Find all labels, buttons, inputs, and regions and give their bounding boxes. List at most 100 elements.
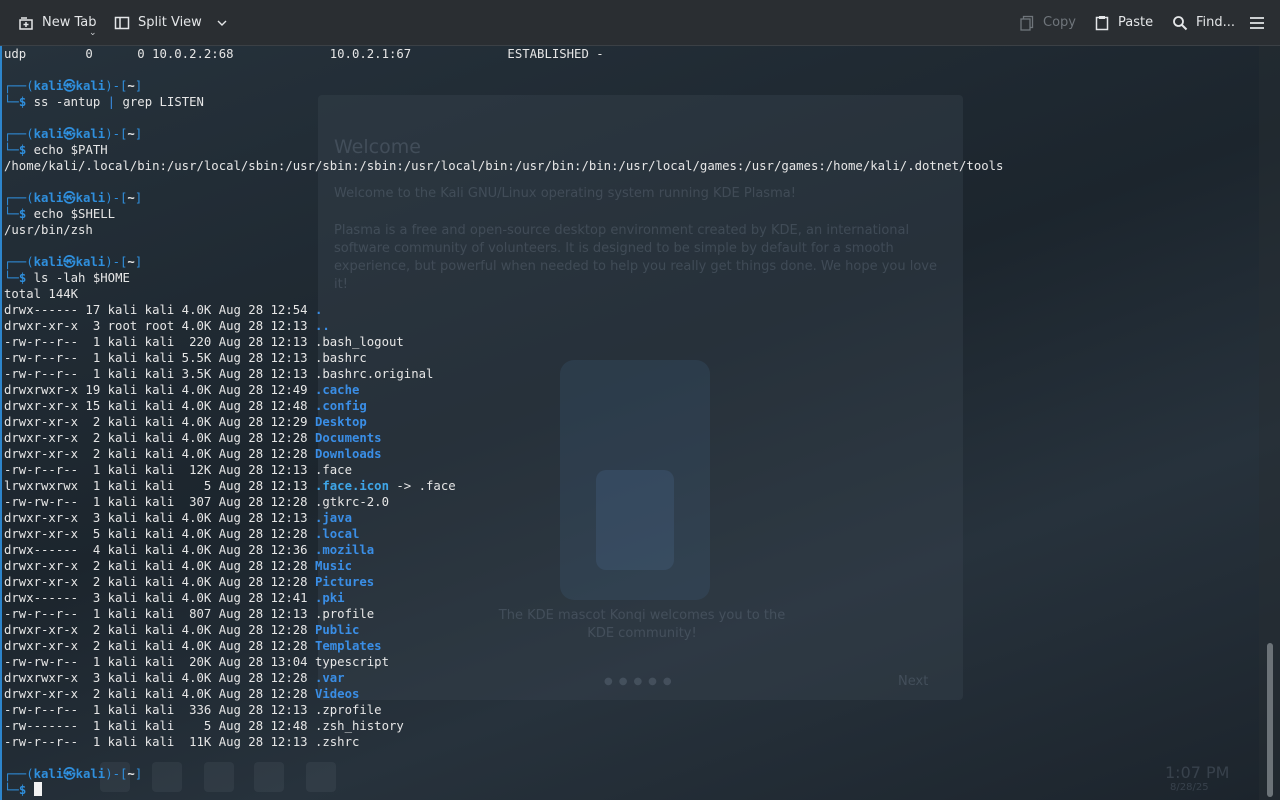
ls-entry: drwx------ 4 kali kali 4.0K Aug 28 12:36…	[4, 542, 1003, 558]
prompt-header: ┌──(kali㉿kali)-[~]	[4, 78, 1003, 94]
prompt-box-left: ┌──(	[4, 255, 34, 269]
ls-entry-meta: drwxr-xr-x 2 kali kali 4.0K Aug 28 12:28	[4, 575, 315, 589]
ls-entry-meta: -rw-r--r-- 1 kali kali 3.5K Aug 28 12:13	[4, 367, 315, 381]
find-button[interactable]: Find...	[1172, 0, 1235, 45]
prompt-command: └─$ echo $PATH	[4, 142, 1003, 158]
ls-entry: drwxr-xr-x 2 kali kali 4.0K Aug 28 12:28…	[4, 686, 1003, 702]
prompt-host: kali	[75, 127, 106, 141]
copy-label: Copy	[1043, 15, 1076, 30]
prompt-header: ┌──(kali㉿kali)-[~]	[4, 190, 1003, 206]
ls-entry-meta: drwxr-xr-x 15 kali kali 4.0K Aug 28 12:4…	[4, 399, 315, 413]
prompt-dir: ~	[127, 191, 135, 205]
find-label: Find...	[1196, 15, 1236, 30]
ls-entry: -rw-r--r-- 1 kali kali 220 Aug 28 12:13 …	[4, 334, 1003, 350]
new-tab-dropdown-indicator[interactable]: ⌄	[89, 28, 97, 38]
ls-entry-meta: -rw-rw-r-- 1 kali kali 20K Aug 28 13:04	[4, 655, 315, 669]
prompt-at: ㉿	[63, 767, 76, 781]
command-args: -antup	[48, 95, 108, 109]
prompt-user: kali	[33, 191, 64, 205]
split-view-button[interactable]: Split View	[114, 0, 228, 45]
prompt-box-bottom: └─	[4, 95, 19, 109]
ls-entry: -rw-rw-r-- 1 kali kali 20K Aug 28 13:04 …	[4, 654, 1003, 670]
konsole-toolbar: New Tab ⌄ Split View Copy Paste Find...	[0, 0, 1280, 46]
ls-entry-meta: drwxr-xr-x 2 kali kali 4.0K Aug 28 12:28	[4, 623, 315, 637]
ls-entry-meta: drwxrwxr-x 3 kali kali 4.0K Aug 28 12:28	[4, 671, 315, 685]
ls-entry-meta: -rw-r--r-- 1 kali kali 5.5K Aug 28 12:13	[4, 351, 315, 365]
prompt-box-right: ]	[134, 79, 143, 93]
ls-entry-meta: drwxr-xr-x 2 kali kali 4.0K Aug 28 12:28	[4, 687, 315, 701]
prompt-dollar: $	[18, 783, 34, 797]
ls-entry-name: Public	[314, 623, 360, 637]
ls-entry: drwxr-xr-x 2 kali kali 4.0K Aug 28 12:29…	[4, 414, 1003, 430]
output-line: total 144K	[4, 286, 1003, 302]
output-line: udp 0 0 10.0.2.2:68 10.0.2.1:67 ESTABLIS…	[4, 46, 1003, 62]
split-view-icon	[114, 15, 130, 31]
prompt-dollar: $	[18, 143, 34, 157]
command-name: echo	[33, 143, 64, 157]
ls-entry: drwxr-xr-x 3 kali kali 4.0K Aug 28 12:13…	[4, 510, 1003, 526]
ls-entry: -rw-r--r-- 1 kali kali 336 Aug 28 12:13 …	[4, 702, 1003, 718]
ls-entry-name: Documents	[314, 431, 382, 445]
chevron-down-icon	[216, 17, 228, 29]
hamburger-menu-button[interactable]	[1249, 0, 1265, 45]
paste-icon	[1094, 15, 1110, 31]
prompt-dir: ~	[127, 767, 135, 781]
pipe-symbol: |	[107, 95, 116, 109]
copy-button[interactable]: Copy	[1019, 0, 1076, 45]
ls-entry-name: .var	[314, 671, 345, 685]
prompt-box-right: ]	[134, 127, 143, 141]
ls-entry-meta: -rw-r--r-- 1 kali kali 12K Aug 28 12:13	[4, 463, 315, 477]
prompt-header: ┌──(kali㉿kali)-[~]	[4, 254, 1003, 270]
ls-entry-meta: drwx------ 17 kali kali 4.0K Aug 28 12:5…	[4, 303, 315, 317]
new-tab-button[interactable]: New Tab	[18, 0, 97, 45]
prompt-dir: ~	[127, 255, 135, 269]
prompt-host: kali	[75, 79, 106, 93]
ls-entry: drwx------ 17 kali kali 4.0K Aug 28 12:5…	[4, 302, 1003, 318]
ls-entry-name: .	[314, 303, 323, 317]
ls-entry-name: .profile	[314, 607, 375, 621]
prompt-host: kali	[75, 767, 106, 781]
ls-entry-name: ..	[314, 319, 330, 333]
text-cursor	[33, 782, 42, 796]
paste-button[interactable]: Paste	[1094, 0, 1153, 45]
ls-entry-meta: drwxrwxr-x 19 kali kali 4.0K Aug 28 12:4…	[4, 383, 315, 397]
ls-entry: drwxrwxr-x 19 kali kali 4.0K Aug 28 12:4…	[4, 382, 1003, 398]
ls-entry-name: Music	[314, 559, 352, 573]
prompt-box-right: ]	[134, 255, 143, 269]
ls-entry: drwxr-xr-x 15 kali kali 4.0K Aug 28 12:4…	[4, 398, 1003, 414]
ls-entry: -rw-r--r-- 1 kali kali 12K Aug 28 12:13 …	[4, 462, 1003, 478]
ls-entry-meta: drwxr-xr-x 2 kali kali 4.0K Aug 28 12:29	[4, 415, 315, 429]
prompt-command: └─$ echo $SHELL	[4, 206, 1003, 222]
prompt-box-left: ┌──(	[4, 767, 34, 781]
prompt-box-mid: )-[	[105, 79, 128, 93]
prompt-host: kali	[75, 191, 106, 205]
terminal-area[interactable]: udp 0 0 10.0.2.2:68 10.0.2.1:67 ESTABLIS…	[0, 46, 1258, 800]
shell-output: /usr/bin/zsh	[4, 223, 93, 237]
command-args: $SHELL	[63, 207, 116, 221]
prompt-box-left: ┌──(	[4, 79, 34, 93]
prompt-dir: ~	[127, 79, 135, 93]
ls-entry-meta: lrwxrwxrwx 1 kali kali 5 Aug 28 12:13	[4, 479, 315, 493]
prompt-user: kali	[33, 79, 64, 93]
terminal-scrollbar[interactable]	[1259, 46, 1280, 800]
prompt-box-mid: )-[	[105, 191, 128, 205]
ls-entry: drwxr-xr-x 2 kali kali 4.0K Aug 28 12:28…	[4, 574, 1003, 590]
ls-entry-name: .pki	[314, 591, 345, 605]
ls-entry-name: .mozilla	[314, 543, 375, 557]
ls-link-target: -> .face	[389, 479, 456, 493]
prompt-at: ㉿	[63, 127, 76, 141]
prompt-box-mid: )-[	[105, 127, 128, 141]
ls-entry-name: .local	[314, 527, 360, 541]
ls-entry-meta: drwxr-xr-x 2 kali kali 4.0K Aug 28 12:28	[4, 431, 315, 445]
scrollbar-thumb[interactable]	[1267, 643, 1273, 797]
ls-entry-name: .gtkrc-2.0	[314, 495, 389, 509]
prompt-user: kali	[33, 127, 64, 141]
ls-entry: drwxr-xr-x 2 kali kali 4.0K Aug 28 12:28…	[4, 638, 1003, 654]
prompt-box-bottom: └─	[4, 207, 19, 221]
ls-entry-name: Desktop	[314, 415, 367, 429]
ls-entry: drwx------ 3 kali kali 4.0K Aug 28 12:41…	[4, 590, 1003, 606]
ls-entry-meta: drwxr-xr-x 2 kali kali 4.0K Aug 28 12:28	[4, 559, 315, 573]
